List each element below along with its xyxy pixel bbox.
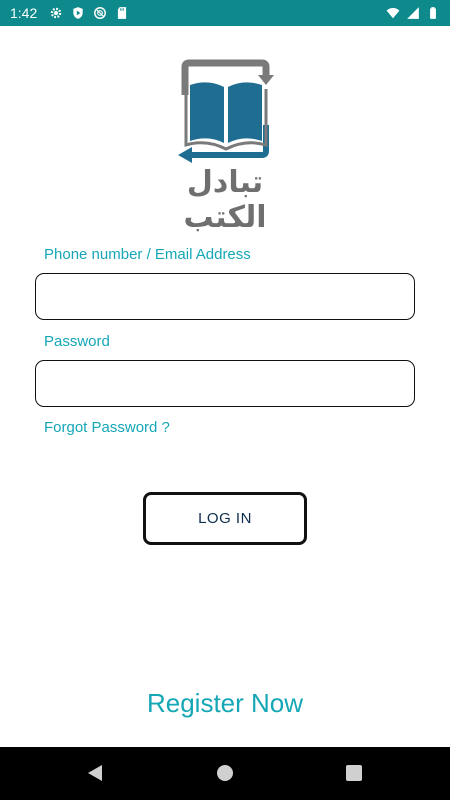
login-button-label: LOG IN [198, 510, 252, 527]
sd-card-icon [118, 7, 127, 19]
blocked-circle-icon [94, 7, 107, 19]
recents-square-icon[interactable] [342, 761, 366, 785]
book-exchange-icon [178, 59, 274, 163]
register-now-link[interactable]: Register Now [0, 688, 450, 719]
status-right [386, 6, 440, 20]
status-bar: 1:42 [0, 0, 450, 26]
gear-icon [51, 7, 62, 19]
battery-icon [430, 7, 436, 19]
cell-signal-icon [407, 7, 419, 19]
login-button[interactable]: LOG IN [143, 492, 307, 545]
forgot-password-link[interactable]: Forgot Password ? [44, 419, 170, 436]
status-time: 1:42 [10, 5, 38, 21]
wifi-icon [386, 8, 400, 19]
shield-play-icon [73, 7, 83, 19]
system-nav-bar [0, 747, 450, 800]
status-left: 1:42 [10, 5, 129, 21]
phone-email-input[interactable] [35, 273, 415, 320]
back-triangle-icon[interactable] [83, 761, 107, 785]
home-circle-icon[interactable] [213, 761, 237, 785]
logo-text: تبادل الكتب [183, 165, 267, 235]
password-input[interactable] [35, 360, 415, 407]
password-label: Password [44, 333, 110, 350]
phone-email-label: Phone number / Email Address [44, 246, 251, 263]
app-logo: تبادل الكتب [150, 55, 300, 235]
